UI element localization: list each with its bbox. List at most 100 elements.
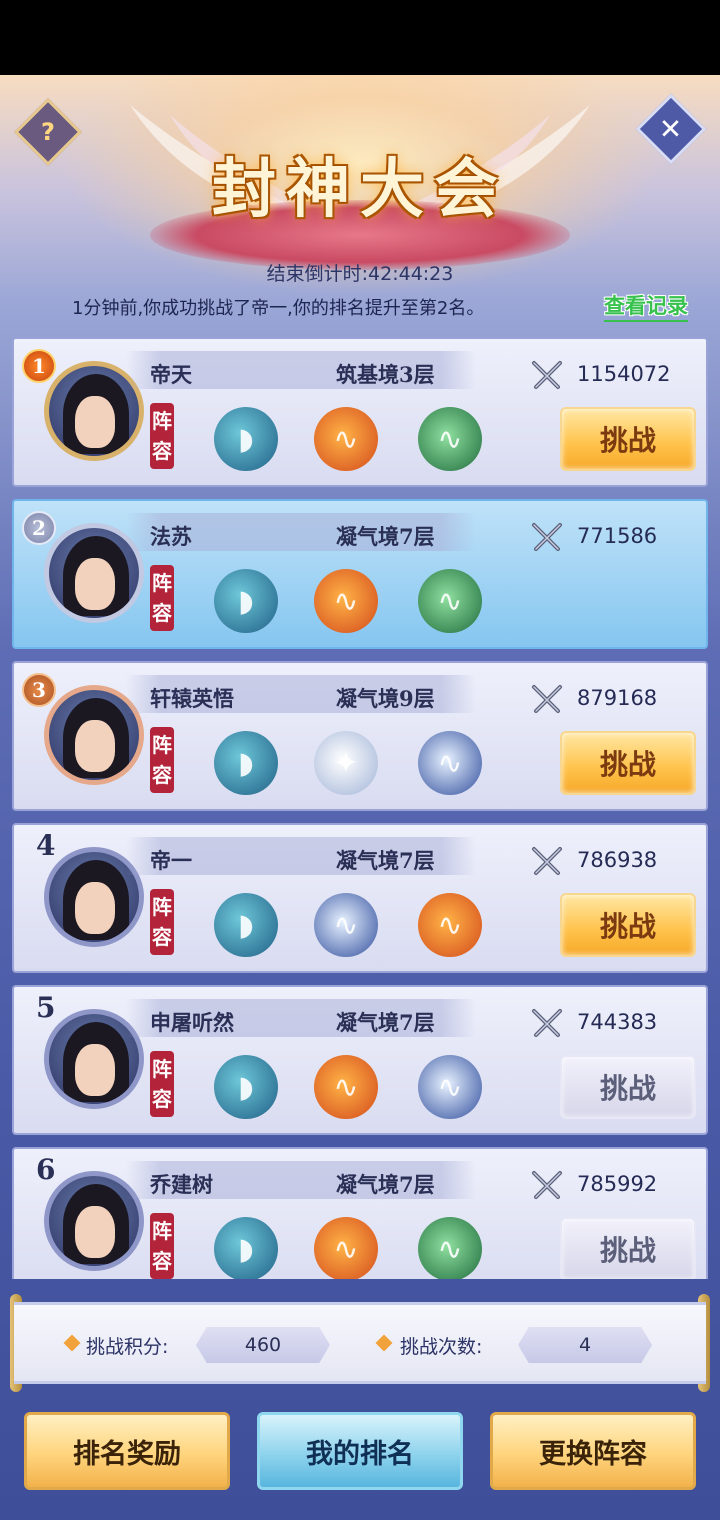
player-name: 乔建树 xyxy=(150,1172,213,1197)
player-realm: 凝气境9层 xyxy=(336,686,435,711)
dragon-green-pet-icon[interactable]: ∿ xyxy=(418,1217,482,1279)
dragon-red-pet-icon[interactable]: ∿ xyxy=(418,893,482,957)
challenge-button[interactable]: 挑战 xyxy=(560,1217,696,1279)
player-name: 帝天 xyxy=(150,362,192,387)
dragon-red-pet-icon[interactable]: ∿ xyxy=(314,1217,378,1279)
pet-glyph: ∿ xyxy=(333,1069,359,1105)
dragon-red-pet-icon[interactable]: ∿ xyxy=(314,407,378,471)
pet-glyph: ◗ xyxy=(238,421,254,457)
rank-number: 6 xyxy=(36,1153,56,1186)
lineup-tag: 阵容 xyxy=(150,565,174,631)
pet-glyph: ◗ xyxy=(238,583,254,619)
pet-glyph: ∿ xyxy=(333,907,359,943)
crossed-swords-icon xyxy=(532,1171,562,1199)
question-icon: ? xyxy=(41,117,55,146)
pet-glyph: ∿ xyxy=(437,1069,463,1105)
pet-glyph: ∿ xyxy=(437,421,463,457)
player-realm: 筑基境3层 xyxy=(336,362,435,387)
whale-pet-icon[interactable]: ◗ xyxy=(214,731,278,795)
crossed-swords-icon xyxy=(532,685,562,713)
whale-pet-icon[interactable]: ◗ xyxy=(214,1217,278,1279)
count-label: 挑战次数: xyxy=(400,1336,483,1358)
player-realm: 凝气境7层 xyxy=(336,1172,435,1197)
player-card: 1 帝天 筑基境3层 1154072 阵容 ◗ ∿ ∿ 挑战 xyxy=(12,337,708,487)
avatar-face xyxy=(75,558,115,610)
player-realm: 凝气境7层 xyxy=(336,1010,435,1035)
view-log-link[interactable]: 查看记录 xyxy=(604,290,688,322)
avatar-face xyxy=(75,720,115,772)
combat-power: 785992 xyxy=(577,1172,658,1196)
lineup-tag: 阵容 xyxy=(150,1213,174,1279)
pet-glyph: ∿ xyxy=(333,1231,359,1267)
player-name: 法苏 xyxy=(150,524,192,549)
player-card: 6 乔建树 凝气境7层 785992 阵容 ◗ ∿ ∿ 挑战 xyxy=(12,1147,708,1279)
tiger-pet-icon[interactable]: ✦ xyxy=(314,731,378,795)
my-rank-button[interactable]: 我的排名 xyxy=(257,1412,463,1490)
challenge-button[interactable]: 挑战 xyxy=(560,731,696,795)
player-card: 5 申屠听然 凝气境7层 744383 阵容 ◗ ∿ ∿ 挑战 xyxy=(12,985,708,1135)
player-name: 申屠听然 xyxy=(150,1010,234,1035)
pet-glyph: ∿ xyxy=(437,907,463,943)
close-icon: ✕ xyxy=(659,112,683,146)
pet-glyph: ∿ xyxy=(437,1231,463,1267)
pet-glyph: ◗ xyxy=(238,1069,254,1105)
avatar-face xyxy=(75,1206,115,1258)
player-realm: 凝气境7层 xyxy=(336,848,435,873)
dragon-red-pet-icon[interactable]: ∿ xyxy=(314,1055,378,1119)
crossed-swords-icon xyxy=(532,361,562,389)
crossed-swords-icon xyxy=(532,523,562,551)
event-title: 封神大会 xyxy=(212,152,508,227)
whale-pet-icon[interactable]: ◗ xyxy=(214,893,278,957)
player-card: 4 帝一 凝气境7层 786938 阵容 ◗ ∿ ∿ 挑战 xyxy=(12,823,708,973)
pet-glyph: ◗ xyxy=(238,745,254,781)
pet-glyph: ◗ xyxy=(238,1231,254,1267)
rank-reward-button[interactable]: 排名奖励 xyxy=(24,1412,230,1490)
count-value: 4 xyxy=(518,1327,652,1363)
pet-glyph: ∿ xyxy=(333,421,359,457)
whale-pet-icon[interactable]: ◗ xyxy=(214,569,278,633)
whale-pet-icon[interactable]: ◗ xyxy=(214,407,278,471)
whale-pet-icon[interactable]: ◗ xyxy=(214,1055,278,1119)
dragon-green-pet-icon[interactable]: ∿ xyxy=(418,569,482,633)
player-realm: 凝气境7层 xyxy=(336,524,435,549)
rank-medal-icon: 2 xyxy=(22,511,56,545)
dragon-green-pet-icon[interactable]: ∿ xyxy=(418,407,482,471)
player-name: 轩辕英悟 xyxy=(150,686,234,711)
rank-medal-icon: 3 xyxy=(22,673,56,707)
combat-power: 1154072 xyxy=(577,362,671,386)
rank-number: 5 xyxy=(36,991,56,1024)
avatar-face xyxy=(75,396,115,448)
rank-medal-icon: 1 xyxy=(22,349,56,383)
avatar-face xyxy=(75,1044,115,1096)
pet-glyph: ∿ xyxy=(437,583,463,619)
pet-glyph: ◗ xyxy=(238,907,254,943)
crossed-swords-icon xyxy=(532,847,562,875)
combat-power: 786938 xyxy=(577,848,658,872)
countdown-timer: 结束倒计时:42:44:23 xyxy=(266,263,454,285)
challenge-button[interactable]: 挑战 xyxy=(560,407,696,471)
challenge-button[interactable]: 挑战 xyxy=(560,893,696,957)
challenge-notice: 1分钟前,你成功挑战了帝一,你的排名提升至第2名。 xyxy=(72,298,485,319)
pet-glyph: ∿ xyxy=(437,745,463,781)
pet-glyph: ∿ xyxy=(333,583,359,619)
score-label: 挑战积分: xyxy=(86,1336,169,1358)
dragon-blue-pet-icon[interactable]: ∿ xyxy=(418,1055,482,1119)
combat-power: 771586 xyxy=(577,524,658,548)
combat-power: 744383 xyxy=(577,1010,658,1034)
score-value: 460 xyxy=(196,1327,330,1363)
challenge-button[interactable]: 挑战 xyxy=(560,1055,696,1119)
ranking-list[interactable]: 1 帝天 筑基境3层 1154072 阵容 ◗ ∿ ∿ 挑战 2 法苏 凝气境7层 771586 阵容 ◗ ∿… xyxy=(10,337,710,1279)
pet-glyph: ✦ xyxy=(333,745,359,781)
lineup-tag: 阵容 xyxy=(150,889,174,955)
change-lineup-button[interactable]: 更换阵容 xyxy=(490,1412,696,1490)
rank-number: 4 xyxy=(36,829,56,862)
dragon-blue-pet-icon[interactable]: ∿ xyxy=(418,731,482,795)
player-card: 2 法苏 凝气境7层 771586 阵容 ◗ ∿ ∿ xyxy=(12,499,708,649)
avatar-face xyxy=(75,882,115,934)
combat-power: 879168 xyxy=(577,686,658,710)
crossed-swords-icon xyxy=(532,1009,562,1037)
lineup-tag: 阵容 xyxy=(150,727,174,793)
dragon-red-pet-icon[interactable]: ∿ xyxy=(314,569,378,633)
dragon-blue-pet-icon[interactable]: ∿ xyxy=(314,893,378,957)
player-name: 帝一 xyxy=(150,848,192,873)
